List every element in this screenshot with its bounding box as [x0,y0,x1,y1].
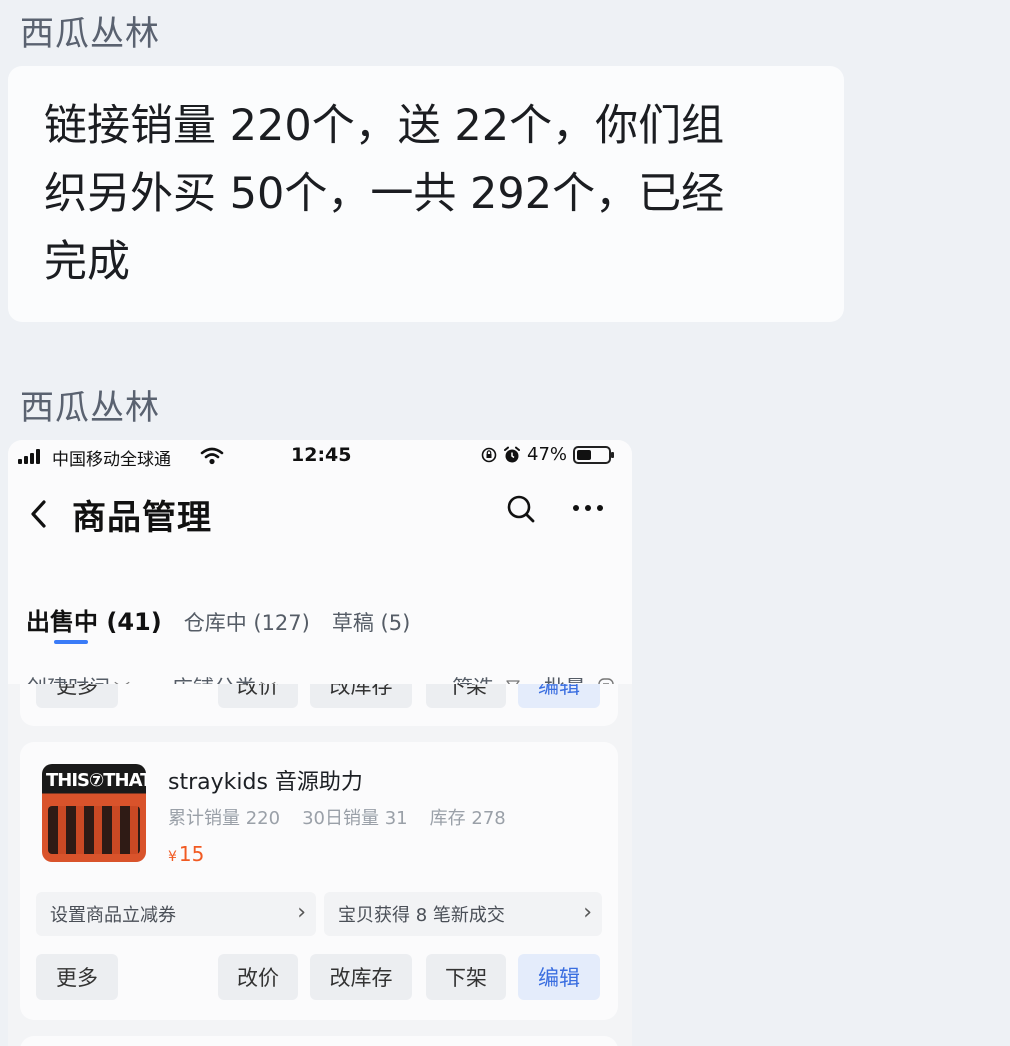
delist-button[interactable]: 下架 [426,954,506,1000]
status-time: 12:45 [291,444,352,466]
tab-drafts[interactable]: 草稿 (5) [332,607,410,637]
message-bubble: 链接销量 220个，送 22个，你们组 织另外买 50个，一共 292个，已经 … [8,66,844,322]
change-price-button[interactable]: 改价 [218,954,298,1000]
product-card-previous: 更多 改价 改库存 下架 编辑 [20,684,618,726]
coupon-setting-label: 设置商品立减券 [50,905,176,926]
sender-name: 西瓜丛林 [20,14,160,54]
active-tab-indicator [54,640,88,644]
alarm-icon [504,446,520,462]
tab-on-sale[interactable]: 出售中 (41) [26,602,162,637]
tab-warehouse[interactable]: 仓库中 (127) [184,607,310,637]
status-tabs: 出售中 (41) 仓库中 (127) 草稿 (5) [26,602,410,637]
new-deals-row[interactable]: 宝贝获得 8 笔新成交 › [324,892,602,936]
battery-percent: 47% [527,444,568,465]
change-stock-button[interactable]: 改库存 [310,684,412,708]
message-line: 链接销量 220个，送 22个，你们组 [44,101,725,151]
change-price-button[interactable]: 改价 [218,684,298,708]
page-title: 商品管理 [72,498,212,538]
orientation-lock-icon [481,447,497,462]
delist-button[interactable]: 下架 [426,684,506,708]
change-stock-button[interactable]: 改库存 [310,954,412,1000]
edit-button[interactable]: 编辑 [518,684,600,708]
message-line: 完成 [44,237,130,287]
stock-count: 库存 278 [429,808,506,829]
coupon-setting-row[interactable]: 设置商品立减券 › [36,892,316,936]
chevron-left-icon[interactable] [28,496,50,532]
total-sales: 累计销量 220 [168,808,281,829]
edit-button[interactable]: 编辑 [518,954,600,1000]
wifi-icon [200,447,224,465]
product-card-next [20,1036,618,1046]
more-button[interactable]: 更多 [36,954,118,1000]
product-thumbnail[interactable]: THIS⑦THAT [42,764,146,862]
sales-30-days: 30日销量 31 [302,808,408,829]
chevron-right-icon: › [583,900,592,925]
product-stats: 累计销量 220 30日销量 31 库存 278 [168,804,506,830]
screenshot-image[interactable]: 中国移动全球通 12:45 47% 商品管理 出售中 (41) 仓库中 (127… [8,440,632,1046]
page-header: 商品管理 出售中 (41) 仓库中 (127) 草稿 (5) 创建时间﹀ 店铺分… [8,474,632,700]
more-dots-icon[interactable] [568,488,608,528]
more-button[interactable]: 更多 [36,684,118,708]
album-art-figures [48,806,140,854]
status-right: 47% [481,444,615,465]
album-art-text: THIS⑦THAT [46,770,146,791]
new-deals-label: 宝贝获得 8 笔新成交 [338,905,505,926]
status-bar: 中国移动全球通 12:45 47% [8,440,632,474]
product-card[interactable]: THIS⑦THAT straykids 音源助力 累计销量 220 30日销量 … [20,742,618,1020]
chevron-right-icon: › [297,900,306,925]
sender-name: 西瓜丛林 [20,388,160,428]
signal-icon [18,448,40,464]
product-name[interactable]: straykids 音源助力 [168,764,363,796]
search-icon[interactable] [506,494,536,524]
message-line: 织另外买 50个，一共 292个，已经 [44,169,725,219]
carrier-name: 中国移动全球通 [52,450,171,470]
product-price: ¥15 [168,842,205,866]
battery-icon [573,445,615,464]
